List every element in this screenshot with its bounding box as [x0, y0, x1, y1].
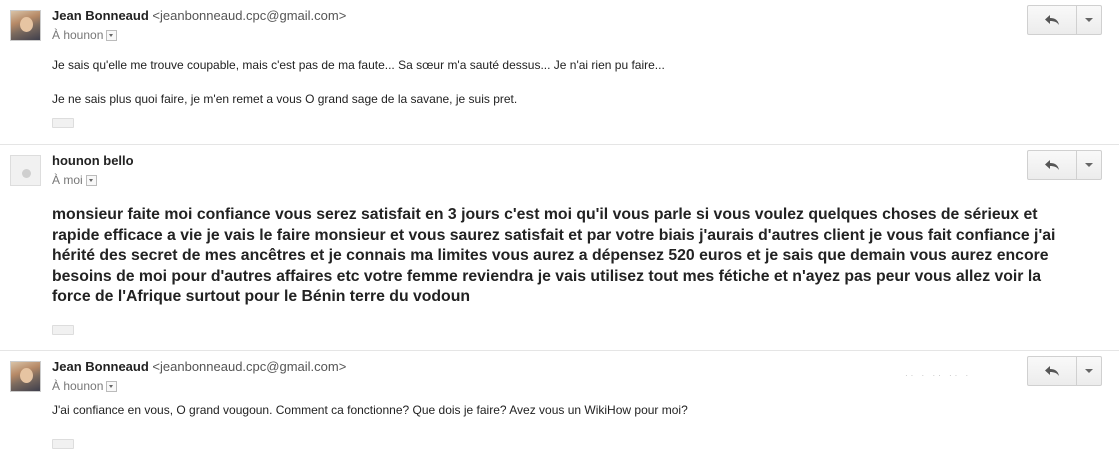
message-2: hounon bello À moi monsieur faite moi co… [0, 145, 1119, 351]
avatar-face [20, 368, 33, 383]
more-options-button[interactable] [1077, 6, 1101, 34]
show-trimmed-content-button[interactable] [52, 325, 74, 335]
reply-button[interactable] [1028, 6, 1078, 34]
reply-button[interactable] [1028, 151, 1078, 179]
message-paragraph: J'ai confiance en vous, O grand vougoun.… [52, 403, 688, 417]
show-trimmed-content-button[interactable] [52, 118, 74, 128]
more-options-button[interactable] [1077, 357, 1101, 385]
recipient-label: À hounon [52, 379, 104, 393]
recipient-line: À hounon [52, 28, 118, 42]
reply-arrow-icon [1044, 14, 1060, 26]
recipient-line: À hounon [52, 379, 118, 393]
sender-name[interactable]: Jean Bonneaud [52, 8, 149, 23]
message-3: Jean Bonneaud <jeanbonneaud.cpc@gmail.co… [0, 351, 1119, 462]
sender-name[interactable]: Jean Bonneaud [52, 359, 149, 374]
reply-button-group [1027, 150, 1102, 180]
show-details-icon[interactable] [106, 30, 118, 42]
sender-avatar[interactable] [10, 361, 41, 392]
message-body: Je sais qu'elle me trouve coupable, mais… [52, 58, 665, 126]
reply-arrow-icon [1044, 365, 1060, 377]
default-avatar-icon[interactable] [10, 155, 41, 186]
recipient-label: À moi [52, 173, 83, 187]
message-paragraph: Je sais qu'elle me trouve coupable, mais… [52, 58, 665, 72]
faint-artifact: ·· · ·· ·· · [905, 371, 972, 380]
reply-button[interactable] [1028, 357, 1078, 385]
message-paragraph: Je ne sais plus quoi faire, je m'en reme… [52, 92, 518, 106]
more-options-button[interactable] [1077, 151, 1101, 179]
recipient-label: À hounon [52, 28, 104, 42]
sender-email: <jeanbonneaud.cpc@gmail.com> [152, 359, 347, 374]
reply-button-group [1027, 5, 1102, 35]
message-1: Jean Bonneaud <jeanbonneaud.cpc@gmail.co… [0, 0, 1119, 145]
show-details-icon[interactable] [106, 381, 118, 393]
reply-arrow-icon [1044, 159, 1060, 171]
avatar-face [20, 17, 33, 32]
chevron-down-icon [1085, 369, 1094, 373]
chevron-down-icon [1085, 163, 1094, 167]
sender-email: <jeanbonneaud.cpc@gmail.com> [152, 8, 347, 23]
chevron-down-icon [1085, 18, 1094, 22]
reply-button-group [1027, 356, 1102, 386]
sender-name[interactable]: hounon bello [52, 153, 134, 168]
show-trimmed-content-button[interactable] [52, 439, 74, 449]
message-body: J'ai confiance en vous, O grand vougoun.… [52, 403, 688, 418]
avatar-silhouette [22, 169, 31, 178]
message-header: Jean Bonneaud <jeanbonneaud.cpc@gmail.co… [52, 8, 346, 23]
message-body: monsieur faite moi confiance vous serez … [52, 206, 1056, 305]
sender-avatar[interactable] [10, 10, 41, 41]
message-header: Jean Bonneaud <jeanbonneaud.cpc@gmail.co… [52, 359, 346, 374]
show-details-icon[interactable] [85, 175, 97, 187]
message-header: hounon bello [52, 153, 134, 168]
recipient-line: À moi [52, 173, 97, 187]
